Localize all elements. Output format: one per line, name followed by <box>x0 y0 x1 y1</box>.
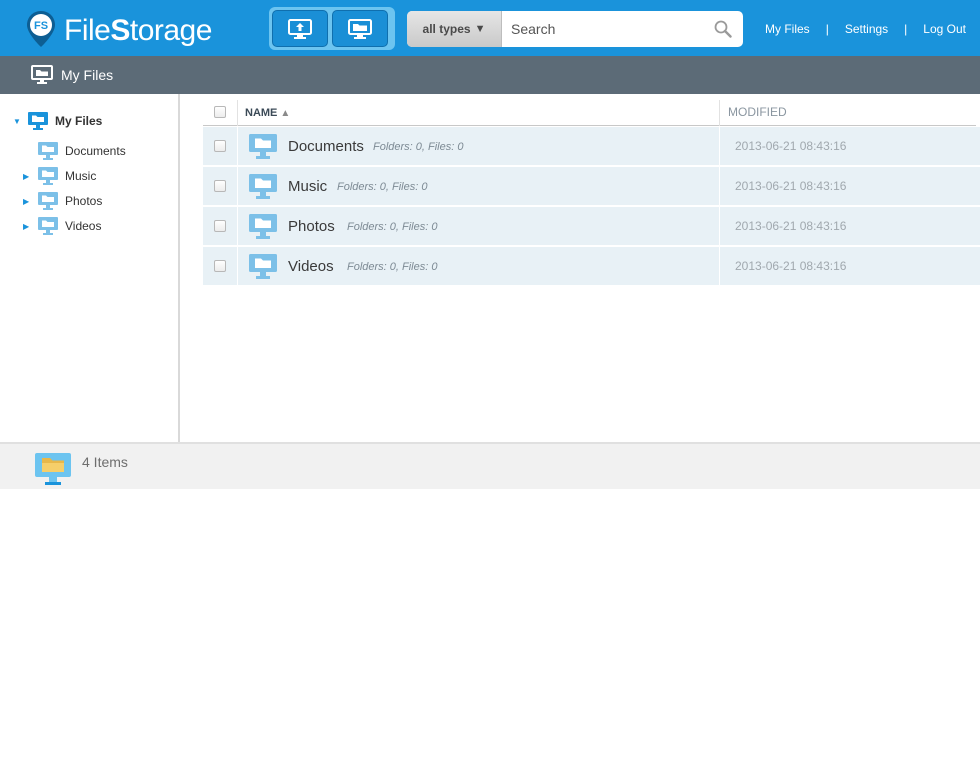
modified-date: 2013-06-21 08:43:16 <box>735 259 847 273</box>
modified-column-header[interactable]: MODIFIED <box>728 105 787 119</box>
upload-view-button[interactable] <box>272 10 328 47</box>
monitor-folder-icon <box>31 65 53 84</box>
monitor-folder-icon <box>27 111 49 131</box>
column-divider <box>237 100 238 126</box>
location-title: My Files <box>61 67 114 83</box>
nav-separator: | <box>904 22 908 36</box>
table-row[interactable]: Documents Folders: 0, Files: 0 2013-06-2… <box>203 127 980 166</box>
row-checkbox[interactable] <box>214 220 226 232</box>
top-nav: My Files | Settings | Log Out <box>765 22 966 36</box>
column-divider <box>237 167 238 206</box>
column-divider <box>237 127 238 166</box>
folder-meta: Folders: 0, Files: 0 <box>337 181 428 193</box>
tree-item-label: Documents <box>65 144 126 158</box>
collapsed-arrow-icon[interactable]: ▶ <box>23 222 31 231</box>
expanded-arrow-icon[interactable]: ▼ <box>13 117 21 126</box>
logo-mark-icon: FS <box>27 11 55 47</box>
search-bar: all types ▼ <box>407 11 743 47</box>
monitor-folder-icon <box>37 166 59 186</box>
file-list-header: NAME ▲ MODIFIED <box>203 100 976 126</box>
logo[interactable]: FS FileStorage <box>26 10 226 50</box>
tree-spacer: ▶ <box>23 147 31 156</box>
tree-item-label: Music <box>65 169 97 183</box>
folder-meta: Folders: 0, Files: 0 <box>373 141 464 153</box>
column-divider <box>237 207 238 246</box>
view-switch <box>269 7 395 50</box>
name-column-label: NAME <box>245 107 278 119</box>
logo-text-torage: torage <box>129 14 213 47</box>
logo-mark-text: FS <box>34 20 48 32</box>
file-name[interactable]: Videos <box>288 258 334 275</box>
tree-item-videos[interactable]: ▶ Videos <box>23 216 101 236</box>
nav-separator: | <box>825 22 829 36</box>
tree-item-photos[interactable]: ▶ Photos <box>23 191 102 211</box>
logo-text: FileStorage <box>64 14 212 48</box>
table-row[interactable]: Photos Folders: 0, Files: 0 2013-06-21 0… <box>203 207 980 246</box>
column-divider <box>719 167 720 206</box>
nav-logout-link[interactable]: Log Out <box>923 22 966 36</box>
tree-item-documents[interactable]: ▶ Documents <box>23 141 126 161</box>
type-filter-label: all types <box>422 22 471 36</box>
modified-date: 2013-06-21 08:43:16 <box>735 139 847 153</box>
status-bar: 4 Items <box>0 442 980 489</box>
table-row[interactable]: Music Folders: 0, Files: 0 2013-06-21 08… <box>203 167 980 206</box>
column-divider <box>719 100 720 126</box>
tree-item-label: Videos <box>65 219 102 233</box>
search-input[interactable] <box>502 11 703 47</box>
upload-monitor-icon <box>288 18 312 39</box>
search-button[interactable] <box>703 11 743 47</box>
collapsed-arrow-icon[interactable]: ▶ <box>23 197 31 206</box>
files-monitor-icon <box>348 18 372 39</box>
file-name[interactable]: Music <box>288 178 327 195</box>
column-divider <box>719 127 720 166</box>
item-count: 4 Items <box>82 454 128 470</box>
file-name[interactable]: Photos <box>288 218 335 235</box>
file-list: NAME ▲ MODIFIED Documents Folders: 0, Fil… <box>182 94 980 442</box>
folder-meta: Folders: 0, Files: 0 <box>347 221 438 233</box>
monitor-folder-icon <box>35 453 71 485</box>
row-checkbox[interactable] <box>214 140 226 152</box>
monitor-folder-icon <box>37 141 59 161</box>
caret-down-icon: ▼ <box>474 23 486 35</box>
nav-my-files-link[interactable]: My Files <box>765 22 810 36</box>
column-divider <box>719 247 720 286</box>
files-view-button[interactable] <box>332 10 388 47</box>
monitor-folder-icon <box>249 254 277 279</box>
folder-meta: Folders: 0, Files: 0 <box>347 261 438 273</box>
monitor-folder-icon <box>249 134 277 159</box>
search-icon <box>714 20 732 38</box>
nav-settings-link[interactable]: Settings <box>845 22 888 36</box>
column-divider <box>237 247 238 286</box>
monitor-folder-icon <box>249 214 277 239</box>
top-bar: FS FileStorage all types ▼ Search My Fil… <box>0 0 980 56</box>
tree-item-label: Photos <box>65 194 103 208</box>
tree-item-my-files[interactable]: ▼ My Files <box>13 111 102 131</box>
monitor-folder-icon <box>37 191 59 211</box>
modified-date: 2013-06-21 08:43:16 <box>735 219 847 233</box>
logo-text-file: File <box>64 14 111 47</box>
table-row[interactable]: Videos Folders: 0, Files: 0 2013-06-21 0… <box>203 247 980 286</box>
select-all-checkbox[interactable] <box>214 106 226 118</box>
modified-date: 2013-06-21 08:43:16 <box>735 179 847 193</box>
folder-tree: ▼ My Files ▶ Documents ▶ Music ▶ Photos … <box>0 94 180 442</box>
tree-item-label: My Files <box>55 114 103 128</box>
file-name[interactable]: Documents <box>288 138 364 155</box>
location-bar: My Files <box>0 56 980 94</box>
logo-text-s: S <box>110 14 130 47</box>
row-checkbox[interactable] <box>214 180 226 192</box>
row-checkbox[interactable] <box>214 260 226 272</box>
type-filter-dropdown[interactable]: all types ▼ <box>407 11 502 47</box>
monitor-folder-icon <box>37 216 59 236</box>
tree-item-music[interactable]: ▶ Music <box>23 166 96 186</box>
monitor-folder-icon <box>249 174 277 199</box>
collapsed-arrow-icon[interactable]: ▶ <box>23 172 31 181</box>
name-column-header[interactable]: NAME ▲ <box>245 107 290 119</box>
column-divider <box>719 207 720 246</box>
sort-ascending-icon: ▲ <box>280 108 291 119</box>
